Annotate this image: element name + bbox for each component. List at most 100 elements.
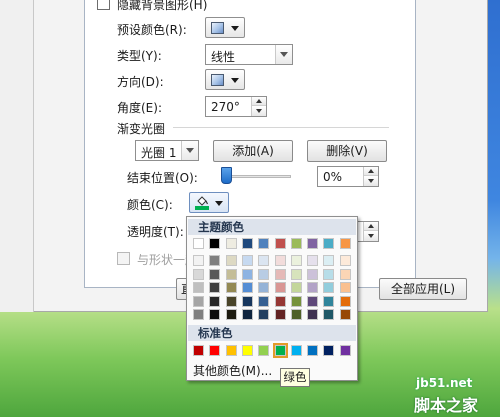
theme-shade-swatch[interactable] xyxy=(339,295,351,307)
align-with-shape-checkbox[interactable] xyxy=(117,252,130,265)
theme-shade-swatch[interactable] xyxy=(307,282,319,293)
theme-shade-swatch[interactable] xyxy=(225,309,237,320)
theme-shade-swatch[interactable] xyxy=(307,295,319,307)
standard-color-swatch[interactable] xyxy=(290,345,302,356)
theme-shade-swatch[interactable] xyxy=(258,282,270,293)
theme-shade-swatch[interactable] xyxy=(339,268,351,280)
spin-down-arrow-icon[interactable] xyxy=(252,107,266,116)
delete-stop-button[interactable]: 删除(V) xyxy=(307,140,387,162)
theme-shade-swatch[interactable] xyxy=(274,282,286,293)
end-position-value: 0% xyxy=(323,170,343,184)
theme-color-swatch[interactable] xyxy=(225,238,237,249)
standard-color-swatch[interactable] xyxy=(225,345,237,356)
theme-shade-swatch[interactable] xyxy=(193,282,204,293)
theme-shade-swatch[interactable] xyxy=(193,309,204,320)
hide-background-checkbox[interactable] xyxy=(97,0,110,10)
spin-up-arrow-icon[interactable] xyxy=(364,167,378,176)
chevron-down-icon xyxy=(181,141,198,160)
spin-up-arrow-icon[interactable] xyxy=(364,222,378,231)
color-tooltip: 绿色 xyxy=(280,368,310,387)
theme-shade-swatch[interactable] xyxy=(209,282,221,293)
standard-color-swatch[interactable] xyxy=(209,345,221,356)
add-stop-button[interactable]: 添加(A) xyxy=(213,140,293,162)
theme-shade-swatch[interactable] xyxy=(258,295,270,307)
theme-shade-swatch[interactable] xyxy=(258,255,270,266)
theme-color-swatch[interactable] xyxy=(339,238,351,249)
theme-color-swatch[interactable] xyxy=(274,238,286,249)
theme-shade-swatch[interactable] xyxy=(290,295,302,307)
gradient-stops-heading: 渐变光圈 xyxy=(117,122,166,136)
theme-shade-swatch[interactable] xyxy=(307,309,319,320)
theme-shade-swatch[interactable] xyxy=(193,295,204,307)
theme-shade-swatch[interactable] xyxy=(274,255,286,266)
end-position-slider[interactable] xyxy=(225,175,291,178)
standard-color-swatch[interactable] xyxy=(323,345,335,356)
standard-color-swatch[interactable] xyxy=(339,345,351,356)
end-position-spin-buttons xyxy=(363,167,378,186)
theme-shade-swatch[interactable] xyxy=(323,255,335,266)
theme-shade-swatch[interactable] xyxy=(241,282,253,293)
end-position-slider-thumb[interactable] xyxy=(221,167,232,184)
theme-shade-swatch[interactable] xyxy=(323,309,335,320)
theme-shade-swatch[interactable] xyxy=(323,268,335,280)
preset-color-button[interactable] xyxy=(205,17,245,38)
standard-color-swatch[interactable] xyxy=(241,345,253,356)
spin-up-arrow-icon[interactable] xyxy=(252,97,266,106)
theme-shade-swatch[interactable] xyxy=(241,255,253,266)
theme-shade-swatch[interactable] xyxy=(209,295,221,307)
spin-down-arrow-icon[interactable] xyxy=(364,177,378,186)
direction-button[interactable] xyxy=(205,69,245,90)
theme-shade-swatch[interactable] xyxy=(323,282,335,293)
theme-color-swatch[interactable] xyxy=(258,238,270,249)
theme-shade-swatch[interactable] xyxy=(323,295,335,307)
theme-shade-swatch[interactable] xyxy=(274,309,286,320)
theme-shade-swatch[interactable] xyxy=(225,255,237,266)
theme-shade-swatch[interactable] xyxy=(339,309,351,320)
theme-shade-swatch[interactable] xyxy=(225,268,237,280)
theme-shade-swatch[interactable] xyxy=(258,309,270,320)
theme-shade-swatch[interactable] xyxy=(241,295,253,307)
fill-bucket-icon xyxy=(195,196,209,210)
type-select[interactable]: 线性 xyxy=(205,44,293,65)
theme-color-swatch[interactable] xyxy=(323,238,335,249)
theme-shade-swatch[interactable] xyxy=(274,268,286,280)
theme-shade-swatch[interactable] xyxy=(274,295,286,307)
theme-color-swatch[interactable] xyxy=(209,238,221,249)
theme-shade-swatch[interactable] xyxy=(290,282,302,293)
theme-shade-swatch[interactable] xyxy=(241,268,253,280)
stop-color-button[interactable] xyxy=(189,192,229,213)
theme-shade-swatch[interactable] xyxy=(339,255,351,266)
transparency-label: 透明度(T): xyxy=(127,225,184,239)
standard-colors-header: 标准色 xyxy=(188,325,356,341)
theme-shade-swatch[interactable] xyxy=(225,295,237,307)
stop-select[interactable]: 光圈 1 xyxy=(135,140,199,161)
theme-color-swatch[interactable] xyxy=(290,238,302,249)
theme-shade-swatch[interactable] xyxy=(241,309,253,320)
standard-color-swatch[interactable] xyxy=(272,343,288,358)
theme-shade-swatch[interactable] xyxy=(258,268,270,280)
angle-spinner[interactable]: 270° xyxy=(205,96,267,117)
theme-shade-swatch[interactable] xyxy=(209,268,221,280)
theme-shade-swatch[interactable] xyxy=(307,268,319,280)
theme-color-swatch[interactable] xyxy=(241,238,253,249)
theme-shade-swatch[interactable] xyxy=(339,282,351,293)
theme-shade-swatch[interactable] xyxy=(290,309,302,320)
spin-down-arrow-icon[interactable] xyxy=(364,232,378,241)
end-position-spinner[interactable]: 0% xyxy=(317,166,379,187)
standard-color-swatch[interactable] xyxy=(258,345,270,356)
transparency-spinner[interactable] xyxy=(357,221,379,242)
theme-shade-swatch[interactable] xyxy=(225,282,237,293)
theme-shade-swatch[interactable] xyxy=(290,268,302,280)
apply-all-button[interactable]: 全部应用(L) xyxy=(379,278,467,300)
theme-shade-swatch[interactable] xyxy=(209,255,221,266)
theme-shade-swatch[interactable] xyxy=(290,255,302,266)
theme-color-swatch[interactable] xyxy=(193,238,204,249)
standard-color-swatch[interactable] xyxy=(307,345,319,356)
theme-color-swatch[interactable] xyxy=(307,238,319,249)
theme-shade-swatch[interactable] xyxy=(193,268,204,280)
theme-shade-swatch[interactable] xyxy=(307,255,319,266)
theme-shade-swatch[interactable] xyxy=(209,309,221,320)
more-colors-option[interactable]: 其他颜色(M)... xyxy=(193,362,272,379)
standard-color-swatch[interactable] xyxy=(193,345,204,356)
theme-shade-swatch[interactable] xyxy=(193,255,204,266)
